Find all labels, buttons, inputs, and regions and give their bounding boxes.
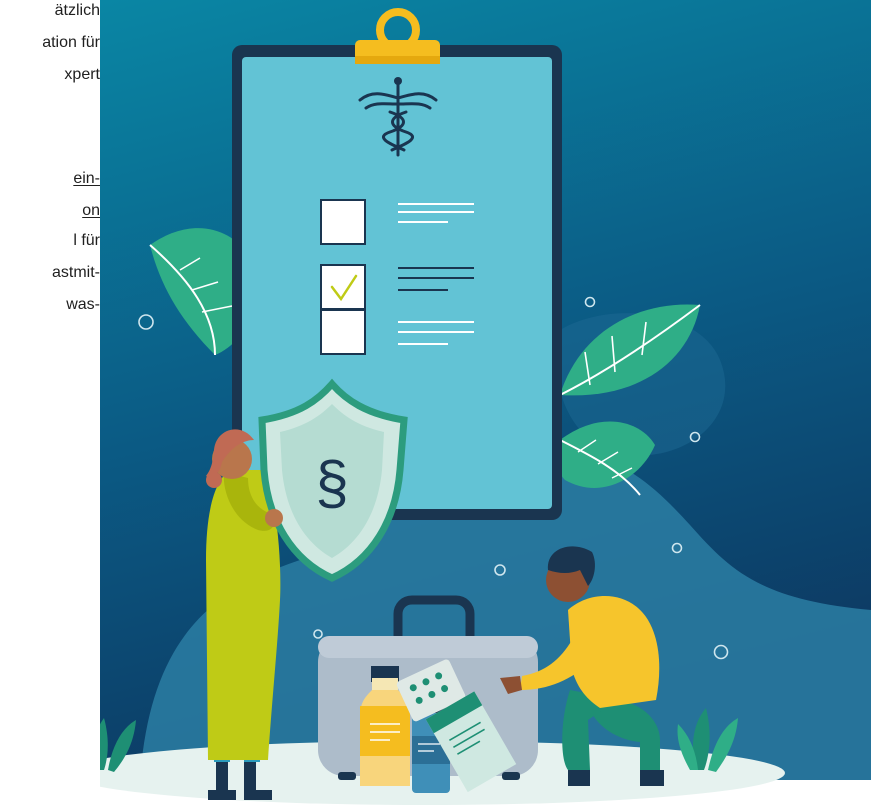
article-text-line: was- [66,296,100,313]
checkbox-icon [320,199,366,245]
article-link-line[interactable]: on [82,200,100,222]
article-text-line: xpert [64,66,100,83]
article-text-line: l für [73,232,100,249]
article-text-column: ätzlich ation für xpert ein- on l für as… [0,0,100,809]
article-text-line: ation für [42,34,100,51]
paragraph-symbol: § [315,449,348,516]
checkbox-icon [320,309,366,355]
legal-medical-illustration: § [100,0,871,805]
article-text-line: astmit- [52,264,100,281]
article-text-line: ätzlich [54,2,100,19]
article-link-line[interactable]: ein- [73,168,100,190]
checkbox-icon [320,264,366,310]
woman-hand [265,509,283,527]
